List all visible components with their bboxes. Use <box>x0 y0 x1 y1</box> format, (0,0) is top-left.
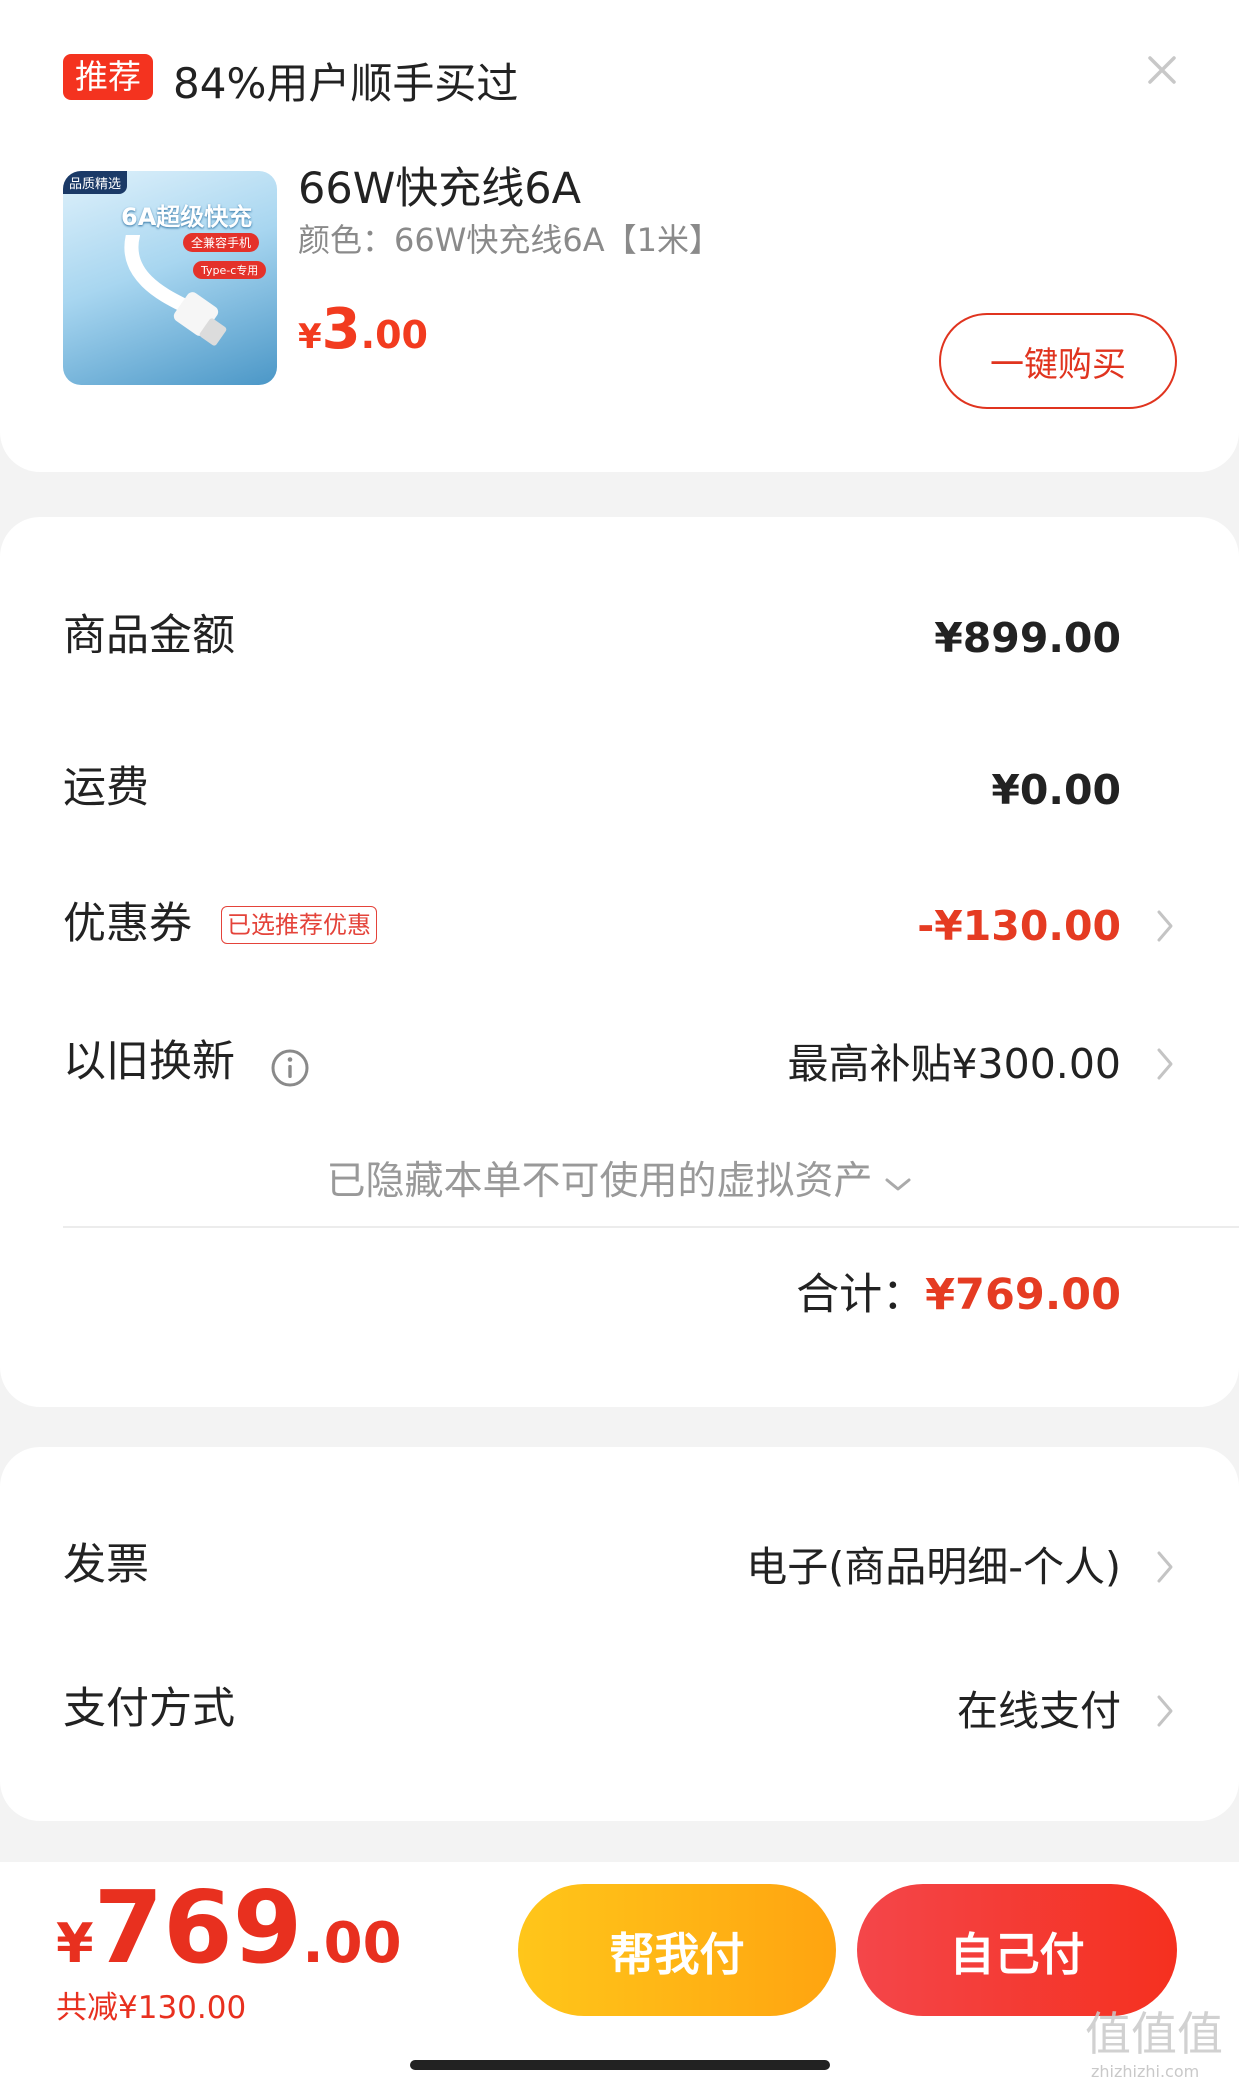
chevron-down-icon <box>885 1178 910 1190</box>
info-icon[interactable] <box>270 1048 310 1088</box>
shipping-label: 运费 <box>63 763 149 813</box>
close-icon[interactable] <box>1144 52 1180 88</box>
payment-card <box>0 1447 1239 1821</box>
one-click-buy-button[interactable]: 一键购买 <box>939 313 1177 409</box>
coupon-label: 优惠券 <box>63 899 192 949</box>
payment-method-value: 在线支付 <box>957 1687 1121 1735</box>
thumbnail-pill-compat: 全兼容手机 <box>183 233 260 252</box>
goods-amount-row: 商品金额 ¥899.00 <box>63 596 1177 676</box>
recommend-headline: 84%用户顺手买过 <box>173 59 519 108</box>
thumbnail-badge: 品质精选 <box>63 171 128 194</box>
total-value: ¥769.00 <box>925 1270 1121 1320</box>
product-spec: 颜色：66W快充线6A【1米】 <box>298 221 721 259</box>
tradein-value: 最高补贴¥300.00 <box>787 1040 1121 1088</box>
product-thumbnail[interactable]: 品质精选 6A超级快充 全兼容手机 Type-c专用 <box>63 171 277 385</box>
chevron-right-icon <box>1157 1695 1173 1727</box>
invoice-value: 电子(商品明细-个人) <box>746 1543 1121 1591</box>
chevron-right-icon <box>1157 1048 1173 1080</box>
watermark-logo: 值值值 <box>1085 2007 1223 2061</box>
product-price: ¥3.00 <box>298 300 428 373</box>
hidden-assets-toggle[interactable]: 已隐藏本单不可使用的虚拟资产 <box>0 1155 1239 1209</box>
tradein-row[interactable]: 以旧换新 最高补贴¥300.00 <box>63 1022 1177 1102</box>
total-label: 合计： <box>796 1270 926 1320</box>
cable-illustration <box>124 235 227 346</box>
pay-myself-button[interactable]: 自己付 <box>857 1884 1177 2016</box>
shipping-row: 运费 ¥0.00 <box>63 748 1177 828</box>
thumbnail-title: 6A超级快充 <box>121 203 253 231</box>
shipping-value: ¥0.00 <box>991 766 1121 814</box>
payment-method-row[interactable]: 支付方式 在线支付 <box>63 1669 1177 1749</box>
invoice-row[interactable]: 发票 电子(商品明细-个人) <box>63 1525 1177 1605</box>
total-row: 合计：¥769.00 <box>796 1266 1121 1324</box>
product-price-symbol: ¥ <box>298 317 322 357</box>
goods-amount-value: ¥899.00 <box>934 614 1121 662</box>
coupon-row[interactable]: 优惠券 已选推荐优惠 -¥130.00 <box>63 884 1177 964</box>
coupon-value: -¥130.00 <box>917 902 1121 950</box>
home-indicator[interactable] <box>410 2060 830 2070</box>
goods-amount-label: 商品金额 <box>63 611 235 661</box>
hidden-assets-text: 已隐藏本单不可使用的虚拟资产 <box>326 1159 873 1204</box>
chevron-right-icon <box>1157 1551 1173 1583</box>
help-me-pay-button[interactable]: 帮我付 <box>518 1884 836 2016</box>
grand-price-decimal: .00 <box>302 1911 402 1976</box>
grand-price-symbol: ¥ <box>56 1912 94 1975</box>
invoice-label: 发票 <box>63 1540 149 1590</box>
tradein-label: 以旧换新 <box>63 1037 235 1087</box>
recommend-tag: 推荐 <box>63 54 153 100</box>
grand-price-integer: 769 <box>93 1869 303 1986</box>
product-price-integer: 3 <box>321 297 361 362</box>
product-name[interactable]: 66W快充线6A <box>298 162 581 216</box>
divider <box>63 1226 1239 1228</box>
product-price-decimal: .00 <box>360 313 428 357</box>
thumbnail-pill-typec: Type-c专用 <box>193 261 267 279</box>
total-saved: 共减¥130.00 <box>56 1990 247 2026</box>
payment-method-label: 支付方式 <box>63 1684 235 1734</box>
recommend-card: 推荐 84%用户顺手买过 品质精选 6A超级快充 全兼容手机 Type-c专用 … <box>0 0 1239 472</box>
watermark-url: zhizhizhi.com <box>1091 2062 1200 2081</box>
chevron-right-icon <box>1157 910 1173 942</box>
coupon-recommended-tag: 已选推荐优惠 <box>221 906 377 944</box>
